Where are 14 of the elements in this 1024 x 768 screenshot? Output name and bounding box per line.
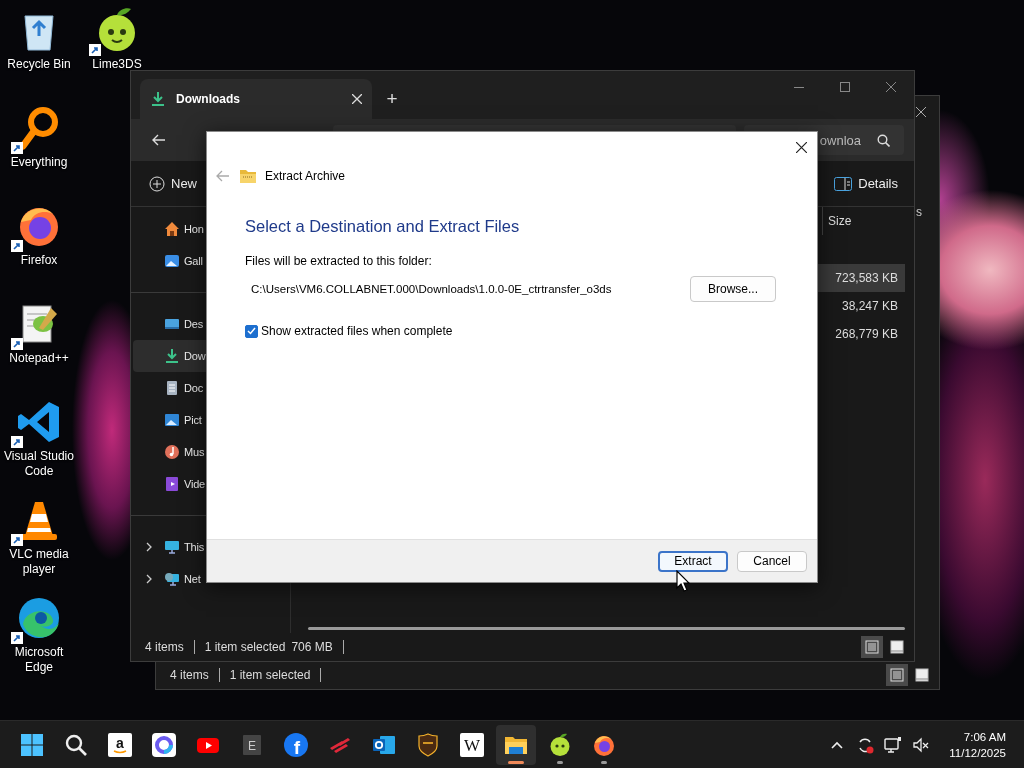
letter-tile-icon: W <box>460 732 484 757</box>
item-count: 4 items <box>145 640 184 654</box>
letter-circle-icon: f <box>284 732 308 757</box>
destination-label: Files will be extracted to this folder: <box>245 254 433 268</box>
selection-size: 706 MB <box>291 640 333 654</box>
dialog-heading: Select a Destination and Extract Files <box>245 216 521 237</box>
destination-path: C:\Users\VM6.COLLABNET.000\Downloads\1.0.0-0E_ctrtransfer_o3ds <box>250 283 612 295</box>
selection-status: 1 item selected <box>204 640 286 654</box>
letter-tile-icon: E <box>240 732 264 757</box>
smile-tile-icon: a <box>108 732 132 757</box>
item-count: 4 items <box>170 668 209 682</box>
selection-status: 1 item selected <box>229 668 311 682</box>
checkbox-label: Show extracted files when complete <box>261 324 453 338</box>
dialog-title: Extract Archive <box>265 169 346 183</box>
